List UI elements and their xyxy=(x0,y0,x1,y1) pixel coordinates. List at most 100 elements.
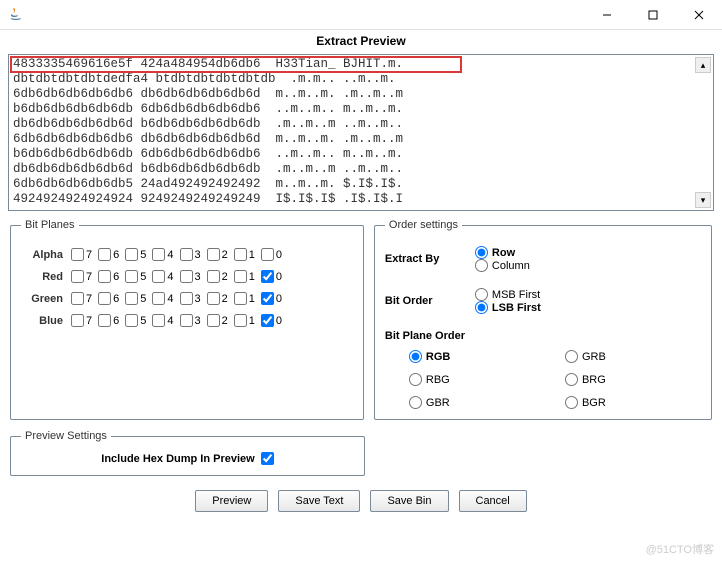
radio-label: MSB First xyxy=(492,289,540,301)
window-minimize-button[interactable] xyxy=(584,0,630,30)
bitplane-bit-label: 0 xyxy=(276,315,282,327)
java-app-icon xyxy=(8,7,24,23)
bitplane-checkbox-alpha-5[interactable] xyxy=(125,248,138,261)
bitplane-checkbox-red-1[interactable] xyxy=(234,270,247,283)
bitplane-checkbox-alpha-4[interactable] xyxy=(152,248,165,261)
bitplane-bit-label: 5 xyxy=(140,249,146,261)
bitplane-checkbox-blue-4[interactable] xyxy=(152,314,165,327)
bitplane-checkbox-green-3[interactable] xyxy=(180,292,193,305)
radio-input[interactable] xyxy=(409,350,422,363)
radio-input[interactable] xyxy=(565,373,578,386)
cancel-button[interactable]: Cancel xyxy=(459,490,527,512)
radio-input[interactable] xyxy=(409,396,422,409)
bitplane-cell: 1 xyxy=(234,292,255,305)
radio-input[interactable] xyxy=(475,259,488,272)
radio-label: RBG xyxy=(426,374,450,386)
radio-bitorder-lsbfirst[interactable]: LSB First xyxy=(475,301,541,314)
radio-label: BGR xyxy=(582,397,606,409)
bitplane-cell: 3 xyxy=(180,248,201,261)
bitplane-checkbox-green-7[interactable] xyxy=(71,292,84,305)
bitplane-checkbox-red-3[interactable] xyxy=(180,270,193,283)
radio-extractby-column[interactable]: Column xyxy=(475,259,530,272)
radio-planeorder-grb[interactable]: GRB xyxy=(565,350,687,363)
radio-input[interactable] xyxy=(475,246,488,259)
bitplane-checkbox-alpha-3[interactable] xyxy=(180,248,193,261)
radio-input[interactable] xyxy=(565,396,578,409)
bitplane-cell: 4 xyxy=(152,314,173,327)
bitplane-cell: 7 xyxy=(71,248,92,261)
bitplane-cell: 2 xyxy=(207,314,228,327)
preview-textarea-wrap: 4833335469616e5f 424a484954db6db6 H33Tia… xyxy=(8,54,714,211)
bitplane-checkbox-blue-2[interactable] xyxy=(207,314,220,327)
bitplane-checkbox-green-2[interactable] xyxy=(207,292,220,305)
bitplane-cell: 2 xyxy=(207,270,228,283)
window-maximize-button[interactable] xyxy=(630,0,676,30)
radio-label: GBR xyxy=(426,397,450,409)
bitplane-bit-label: 1 xyxy=(249,249,255,261)
bitplane-checkbox-blue-6[interactable] xyxy=(98,314,111,327)
order-settings-legend: Order settings xyxy=(385,219,462,231)
bitplane-checkbox-green-4[interactable] xyxy=(152,292,165,305)
preview-textarea[interactable]: 4833335469616e5f 424a484954db6db6 H33Tia… xyxy=(9,55,713,210)
bitplane-checkbox-green-1[interactable] xyxy=(234,292,247,305)
bitplane-checkbox-red-6[interactable] xyxy=(98,270,111,283)
bitplane-channel-label: Green xyxy=(21,293,63,305)
radio-planeorder-gbr[interactable]: GBR xyxy=(409,396,531,409)
include-hex-label: Include Hex Dump In Preview xyxy=(101,453,254,465)
include-hex-checkbox[interactable] xyxy=(261,452,274,465)
bitplane-cell: 1 xyxy=(234,248,255,261)
page-title: Extract Preview xyxy=(0,30,722,52)
window-close-button[interactable] xyxy=(676,0,722,30)
bitplane-checkbox-red-4[interactable] xyxy=(152,270,165,283)
watermark: @51CTO博客 xyxy=(646,541,714,557)
titlebar xyxy=(0,0,722,30)
bitplane-checkbox-blue-3[interactable] xyxy=(180,314,193,327)
bitplane-checkbox-green-6[interactable] xyxy=(98,292,111,305)
bitplane-checkbox-alpha-2[interactable] xyxy=(207,248,220,261)
radio-bitorder-msbfirst[interactable]: MSB First xyxy=(475,288,541,301)
bitplane-checkbox-blue-5[interactable] xyxy=(125,314,138,327)
bitplane-bit-label: 2 xyxy=(222,315,228,327)
bitplane-cell: 5 xyxy=(125,314,146,327)
bitplane-checkbox-alpha-1[interactable] xyxy=(234,248,247,261)
bitplane-checkbox-red-7[interactable] xyxy=(71,270,84,283)
bitplane-channel-label: Red xyxy=(21,271,63,283)
bitplane-bit-label: 7 xyxy=(86,293,92,305)
bitplane-checkbox-green-5[interactable] xyxy=(125,292,138,305)
bitplane-checkbox-blue-1[interactable] xyxy=(234,314,247,327)
bitplane-checkbox-blue-0[interactable] xyxy=(261,314,274,327)
bitplane-bit-label: 6 xyxy=(113,293,119,305)
radio-input[interactable] xyxy=(475,288,488,301)
radio-extractby-row[interactable]: Row xyxy=(475,246,530,259)
bit-plane-order-label: Bit Plane Order xyxy=(385,330,701,342)
radio-planeorder-rgb[interactable]: RGB xyxy=(409,350,531,363)
bitplane-checkbox-alpha-6[interactable] xyxy=(98,248,111,261)
bitplane-checkbox-red-0[interactable] xyxy=(261,270,274,283)
radio-input[interactable] xyxy=(565,350,578,363)
bitplane-bit-label: 5 xyxy=(140,293,146,305)
bitplane-channel-label: Alpha xyxy=(21,249,63,261)
radio-planeorder-brg[interactable]: BRG xyxy=(565,373,687,386)
bitplane-bit-label: 0 xyxy=(276,249,282,261)
radio-input[interactable] xyxy=(409,373,422,386)
bitplane-row-blue: Blue76543210 xyxy=(21,314,353,327)
scroll-up-button[interactable]: ▴ xyxy=(695,57,711,73)
order-settings-group: Order settings Extract By RowColumn Bit … xyxy=(374,219,712,420)
preview-button[interactable]: Preview xyxy=(195,490,268,512)
bit-planes-group: Bit Planes Alpha76543210Red76543210Green… xyxy=(10,219,364,420)
bitplane-bit-label: 3 xyxy=(195,249,201,261)
bitplane-checkbox-blue-7[interactable] xyxy=(71,314,84,327)
save-text-button[interactable]: Save Text xyxy=(278,490,360,512)
bitplane-cell: 0 xyxy=(261,248,282,261)
radio-planeorder-rbg[interactable]: RBG xyxy=(409,373,531,386)
bitplane-checkbox-alpha-0[interactable] xyxy=(261,248,274,261)
bitplane-checkbox-green-0[interactable] xyxy=(261,292,274,305)
bitplane-checkbox-alpha-7[interactable] xyxy=(71,248,84,261)
radio-input[interactable] xyxy=(475,301,488,314)
scroll-down-button[interactable]: ▾ xyxy=(695,192,711,208)
bitplane-checkbox-red-5[interactable] xyxy=(125,270,138,283)
save-bin-button[interactable]: Save Bin xyxy=(370,490,448,512)
bitplane-checkbox-red-2[interactable] xyxy=(207,270,220,283)
bitplane-bit-label: 3 xyxy=(195,293,201,305)
radio-planeorder-bgr[interactable]: BGR xyxy=(565,396,687,409)
